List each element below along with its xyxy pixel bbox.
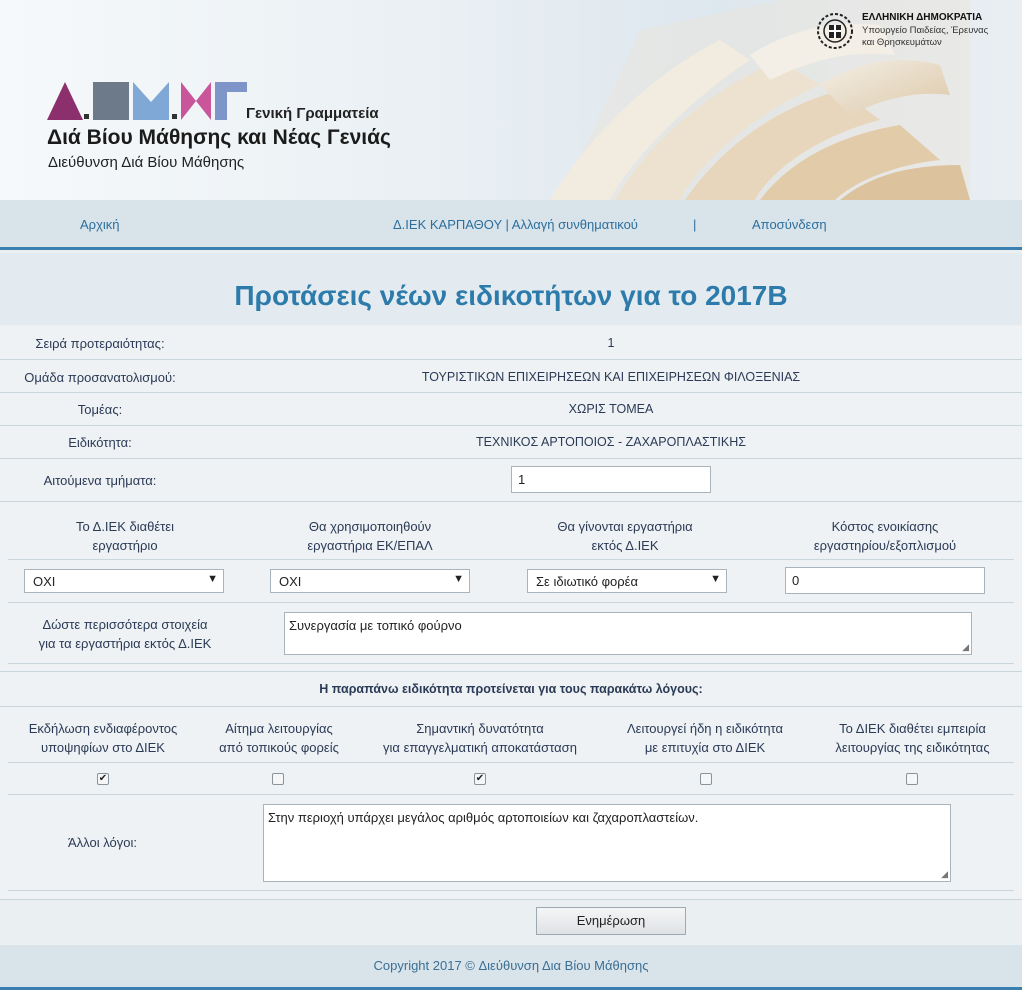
has-lab-select[interactable]: ΟΧΙ ▼ <box>24 569 224 593</box>
sector-value: ΧΩΡΙΣ ΤΟΜΕΑ <box>568 402 654 416</box>
chevron-down-icon: ▼ <box>207 573 218 585</box>
classes-row: Αιτούμενα τμήματα: 1 <box>0 459 1022 502</box>
page-title: Προτάσεις νέων ειδικοτήτων για το 2017Β <box>0 253 1022 325</box>
sector-label: Τομέας: <box>77 402 123 417</box>
specialty-value: ΤΕΧΝΙΚΟΣ ΑΡΤΟΠΟΙΟΣ - ΖΑΧΑΡΟΠΛΑΣΤΙΚΗΣ <box>476 435 746 449</box>
ministry-line2: και Θρησκευμάτων <box>862 37 942 48</box>
nav-separator: | <box>693 217 697 232</box>
org-title: Διά Βίου Μάθησης και Νέας Γενιάς <box>47 126 391 149</box>
priority-row: Σειρά προτεραιότητας: 1 <box>0 326 1022 360</box>
specialty-label: Ειδικότητα: <box>68 435 132 450</box>
group-value: ΤΟΥΡΙΣΤΙΚΩΝ ΕΠΙΧΕΙΡΗΣΕΩΝ ΚΑΙ ΕΠΙΧΕΙΡΗΣΕΩ… <box>421 370 801 384</box>
reason5-header: Το ΔΙΕΚ διαθέτει εμπειρία λειτουργίας της… <box>835 721 990 755</box>
divider <box>8 762 1014 763</box>
reason1-header: Εκδήλωση ενδιαφέροντος υποψηφίων στο ΔΙΕΚ <box>28 721 178 755</box>
divider <box>8 794 1014 795</box>
divider <box>0 706 1022 707</box>
footer-copyright: Copyright 2017 © Διεύθυνση Δια Βίου Μάθη… <box>0 945 1022 990</box>
specialty-row: Ειδικότητα: ΤΕΧΝΙΚΟΣ ΑΡΤΟΠΟΙΟΣ - ΖΑΧΑΡΟΠ… <box>0 426 1022 459</box>
reason4-header: Λειτουργεί ήδη η ειδικότητα με επιτυχία σ… <box>626 721 784 755</box>
classes-label: Αιτούμενα τμήματα: <box>43 473 157 488</box>
external-lab-header: Θα γίνονται εργαστήρια εκτός Δ.ΙΕΚ <box>557 519 693 553</box>
lab-cost-input[interactable]: 0 <box>785 567 985 594</box>
reasons-section: Η παραπάνω ειδικότητα προτείνεται για το… <box>0 672 1022 900</box>
secretariat-label: Γενική Γραμματεία <box>246 105 379 122</box>
ministry-line1: Υπουργείο Παιδείας, Έρευνας <box>862 25 989 36</box>
sector-row: Τομέας: ΧΩΡΙΣ ΤΟΜΕΑ <box>0 393 1022 426</box>
divider <box>8 890 1014 891</box>
chevron-down-icon: ▼ <box>710 573 721 585</box>
divider <box>8 663 1014 664</box>
external-lab-select[interactable]: Σε ιδιωτικό φορέα ▼ <box>527 569 727 593</box>
reason2-header: Αίτημα λειτουργίας από τοπικούς φορείς <box>219 721 339 755</box>
other-reasons-textarea[interactable]: Στην περιοχή υπάρχει μεγάλος αριθμός αρτ… <box>263 804 951 882</box>
reasons-heading: Η παραπάνω ειδικότητα προτείνεται για το… <box>319 682 703 696</box>
header-banner: Γενική Γραμματεία Διά Βίου Μάθησης και Ν… <box>0 0 1022 200</box>
org-subtitle: Διεύθυνση Διά Βίου Μάθησης <box>48 154 245 171</box>
labs-section: Το Δ.ΙΕΚ διαθέτει εργαστήριο Θα χρησιμοπο… <box>0 502 1022 672</box>
nav-logout-link[interactable]: Αποσύνδεση <box>752 217 827 232</box>
reason3-checkbox[interactable]: ✔ <box>474 773 486 785</box>
nav-account-link[interactable]: Δ.ΙΕΚ ΚΑΡΠΑΘΟΥ | Αλλαγή συνθηματικού <box>393 217 638 232</box>
use-ek-header: Θα χρησιμοποιηθούν εργαστήρια ΕΚ/ΕΠΑΛ <box>307 519 433 553</box>
more-details-label: Δώστε περισσότερα στοιχεία για τα εργαστή… <box>38 617 212 651</box>
chevron-down-icon: ▼ <box>453 573 464 585</box>
group-label: Ομάδα προσανατολισμού: <box>24 370 176 385</box>
use-ek-select[interactable]: ΟΧΙ ▼ <box>270 569 470 593</box>
resize-grip-icon[interactable]: ◢ <box>941 869 948 880</box>
greek-emblem-icon <box>817 13 853 49</box>
more-details-textarea[interactable]: Συνεργασία με τοπικό φούρνο ◢ <box>284 612 972 655</box>
has-lab-header: Το Δ.ΙΕΚ διαθέτει εργαστήριο <box>76 519 174 553</box>
republic-title: ΕΛΛΗΝΙΚΗ ΔΗΜΟΚΡΑΤΙΑ <box>862 12 983 23</box>
priority-value: 1 <box>607 336 615 350</box>
update-button[interactable]: Ενημέρωση <box>536 907 686 935</box>
classes-input[interactable]: 1 <box>511 466 711 493</box>
ministry-logo: ΕΛΛΗΝΙΚΗ ΔΗΜΟΚΡΑΤΙΑ Υπουργείο Παιδείας, … <box>816 10 1016 50</box>
reason2-checkbox[interactable] <box>272 773 284 785</box>
divider <box>8 559 1014 560</box>
lab-cost-header: Κόστος ενοικίασης εργαστηρίου/εξοπλισμού <box>813 519 957 553</box>
main-nav: Αρχική Δ.ΙΕΚ ΚΑΡΠΑΘΟΥ | Αλλαγή συνθηματι… <box>0 200 1022 250</box>
other-reasons-label: Άλλοι λόγοι: <box>68 835 137 850</box>
resize-grip-icon[interactable]: ◢ <box>962 642 969 653</box>
priority-label: Σειρά προτεραιότητας: <box>35 336 165 351</box>
nav-home-link[interactable]: Αρχική <box>80 217 120 232</box>
reason3-header: Σημαντική δυνατότητα για επαγγελματική απ… <box>383 721 577 755</box>
reason5-checkbox[interactable] <box>906 773 918 785</box>
divider <box>8 602 1014 603</box>
group-row: Ομάδα προσανατολισμού: ΤΟΥΡΙΣΤΙΚΩΝ ΕΠΙΧΕ… <box>0 360 1022 393</box>
reason4-checkbox[interactable] <box>700 773 712 785</box>
dbmng-logo <box>47 82 247 120</box>
reason1-checkbox[interactable]: ✔ <box>97 773 109 785</box>
